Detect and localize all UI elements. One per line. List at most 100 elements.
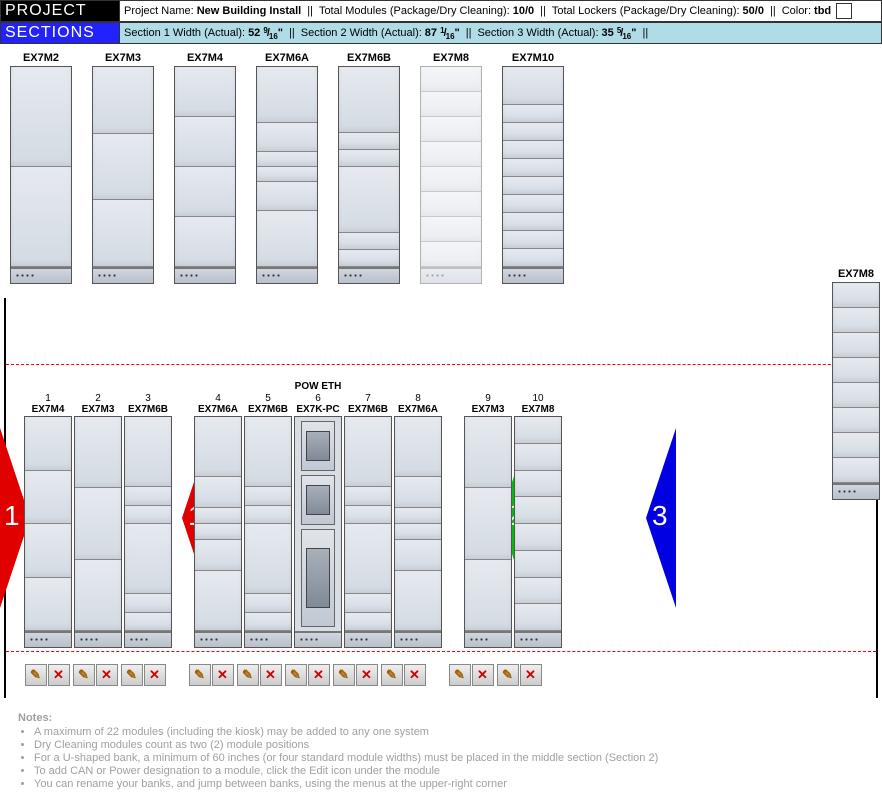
palette-item-ex7m8[interactable]: EX7M8 <box>420 52 482 284</box>
edit-button[interactable]: ✎ <box>381 664 403 686</box>
section-2: 4EX7M6A5EX7M6BPOW ETH6EX7K-PC7EX7M6B8EX7… <box>194 381 442 648</box>
section1-value: 52 9/16" <box>248 27 283 39</box>
slot-module[interactable] <box>124 416 172 648</box>
note-item: To add CAN or Power designation to a mod… <box>34 765 864 777</box>
slot-4: 4EX7M6A <box>194 381 242 648</box>
slot-10: 10EX7M8 <box>514 381 562 648</box>
slot-number: 7 <box>365 393 371 404</box>
project-header-content: Project Name: New Building Install || To… <box>120 1 881 21</box>
edit-button[interactable]: ✎ <box>237 664 259 686</box>
section-2-tools: ✎✕✎✕✎✕✎✕✎✕ <box>188 664 426 686</box>
palette-item-ex7m3[interactable]: EX7M3 <box>92 52 154 284</box>
palette-item-ex7m2[interactable]: EX7M2 <box>10 52 72 284</box>
edit-button[interactable]: ✎ <box>121 664 143 686</box>
delete-button[interactable]: ✕ <box>144 664 166 686</box>
slot-code-label: EX7M6B <box>128 404 168 415</box>
palette-item-label: EX7M4 <box>174 52 236 64</box>
slot-number: 10 <box>532 393 543 404</box>
palette-item-ex7m6b[interactable]: EX7M6B <box>338 52 400 284</box>
slot-number: 6 <box>315 393 321 404</box>
edit-button[interactable]: ✎ <box>25 664 47 686</box>
slot-module[interactable] <box>194 416 242 648</box>
slot-3: 3EX7M6B <box>124 381 172 648</box>
slot-module[interactable] <box>294 416 342 648</box>
slot-module[interactable] <box>464 416 512 648</box>
slot-code-label: EX7M4 <box>32 404 65 415</box>
slot-number: 3 <box>145 393 151 404</box>
palette-item-ex7m6a[interactable]: EX7M6A <box>256 52 318 284</box>
note-item: A maximum of 22 modules (including the k… <box>34 726 864 738</box>
slot-number: 5 <box>265 393 271 404</box>
slot-code-label: EX7M6A <box>398 404 438 415</box>
delete-button[interactable]: ✕ <box>260 664 282 686</box>
slot-module[interactable] <box>344 416 392 648</box>
section2-label: Section 2 Width (Actual): <box>301 27 422 39</box>
slot-number: 9 <box>485 393 491 404</box>
palette-item-label: EX7M8 <box>420 52 482 64</box>
color-swatch[interactable] <box>836 3 852 19</box>
slot-number: 8 <box>415 393 421 404</box>
notes-title: Notes: <box>18 712 864 724</box>
slot-module[interactable] <box>394 416 442 648</box>
project-header: PROJECT Project Name: New Building Insta… <box>0 0 882 22</box>
palette-item-label: EX7M3 <box>92 52 154 64</box>
section-1: 1EX7M42EX7M33EX7M6B <box>24 381 172 648</box>
color-label: Color: <box>782 5 811 17</box>
delete-button[interactable]: ✕ <box>96 664 118 686</box>
palette-item-label: EX7M10 <box>502 52 564 64</box>
palette-item-ex7m10[interactable]: EX7M10 <box>502 52 564 284</box>
module-palette: EX7M2 EX7M3 EX7M4 EX7M6A EX7M6B EX7M8 EX7M10 <box>0 44 882 298</box>
slot-9: 9EX7M3 <box>464 381 512 648</box>
palette-item-label: EX7M6A <box>256 52 318 64</box>
section-3-tools: ✎✕✎✕ <box>448 664 542 686</box>
slot-number: 2 <box>95 393 101 404</box>
slot-module[interactable] <box>74 416 122 648</box>
delete-button[interactable]: ✕ <box>520 664 542 686</box>
slot-code-label: EX7M6B <box>248 404 288 415</box>
palette-item-label: EX7M6B <box>338 52 400 64</box>
project-header-label: PROJECT <box>1 1 120 21</box>
slot-code-label: EX7M6B <box>348 404 388 415</box>
notes-block: Notes: A maximum of 22 modules (includin… <box>0 708 882 801</box>
edit-button[interactable]: ✎ <box>189 664 211 686</box>
edit-button[interactable]: ✎ <box>449 664 471 686</box>
delete-button[interactable]: ✕ <box>308 664 330 686</box>
slot-pow-label: POW ETH <box>295 381 342 393</box>
slot-code-label: EX7K-PC <box>296 404 339 415</box>
note-item: You can rename your banks, and jump betw… <box>34 778 864 790</box>
edit-button[interactable]: ✎ <box>73 664 95 686</box>
slot-module[interactable] <box>514 416 562 648</box>
delete-button[interactable]: ✕ <box>356 664 378 686</box>
tools-row: ✎✕✎✕✎✕✎✕✎✕✎✕✎✕✎✕✎✕✎✕ <box>24 664 858 686</box>
total-lockers-value: 50/0 <box>743 5 764 17</box>
delete-button[interactable]: ✕ <box>472 664 494 686</box>
slot-5: 5EX7M6B <box>244 381 292 648</box>
slot-7: 7EX7M6B <box>344 381 392 648</box>
edit-button[interactable]: ✎ <box>333 664 355 686</box>
slot-module[interactable] <box>24 416 72 648</box>
slot-6: POW ETH6EX7K-PC <box>294 381 342 648</box>
slot-2: 2EX7M3 <box>74 381 122 648</box>
slot-number: 1 <box>45 393 51 404</box>
guide-line-top <box>6 364 876 365</box>
section3-value: 35 5/16" <box>602 27 637 39</box>
note-item: For a U-shaped bank, a minimum of 60 inc… <box>34 752 864 764</box>
palette-item-ex7m4[interactable]: EX7M4 <box>174 52 236 284</box>
total-lockers-label: Total Lockers (Package/Dry Cleaning): <box>552 5 740 17</box>
slot-module[interactable] <box>244 416 292 648</box>
sections-header-content: Section 1 Width (Actual): 52 9/16" || Se… <box>120 23 881 43</box>
section-1-tools: ✎✕✎✕✎✕ <box>24 664 166 686</box>
slot-1: 1EX7M4 <box>24 381 72 648</box>
delete-button[interactable]: ✕ <box>48 664 70 686</box>
project-name-label: Project Name: <box>124 5 194 17</box>
sections-header: SECTIONS Section 1 Width (Actual): 52 9/… <box>0 22 882 44</box>
slot-code-label: EX7M8 <box>522 404 555 415</box>
note-item: Dry Cleaning modules count as two (2) mo… <box>34 739 864 751</box>
delete-button[interactable]: ✕ <box>404 664 426 686</box>
edit-button[interactable]: ✎ <box>497 664 519 686</box>
palette-item-label: EX7M2 <box>10 52 72 64</box>
slot-8: 8EX7M6A <box>394 381 442 648</box>
edit-button[interactable]: ✎ <box>285 664 307 686</box>
delete-button[interactable]: ✕ <box>212 664 234 686</box>
section1-label: Section 1 Width (Actual): <box>124 27 245 39</box>
